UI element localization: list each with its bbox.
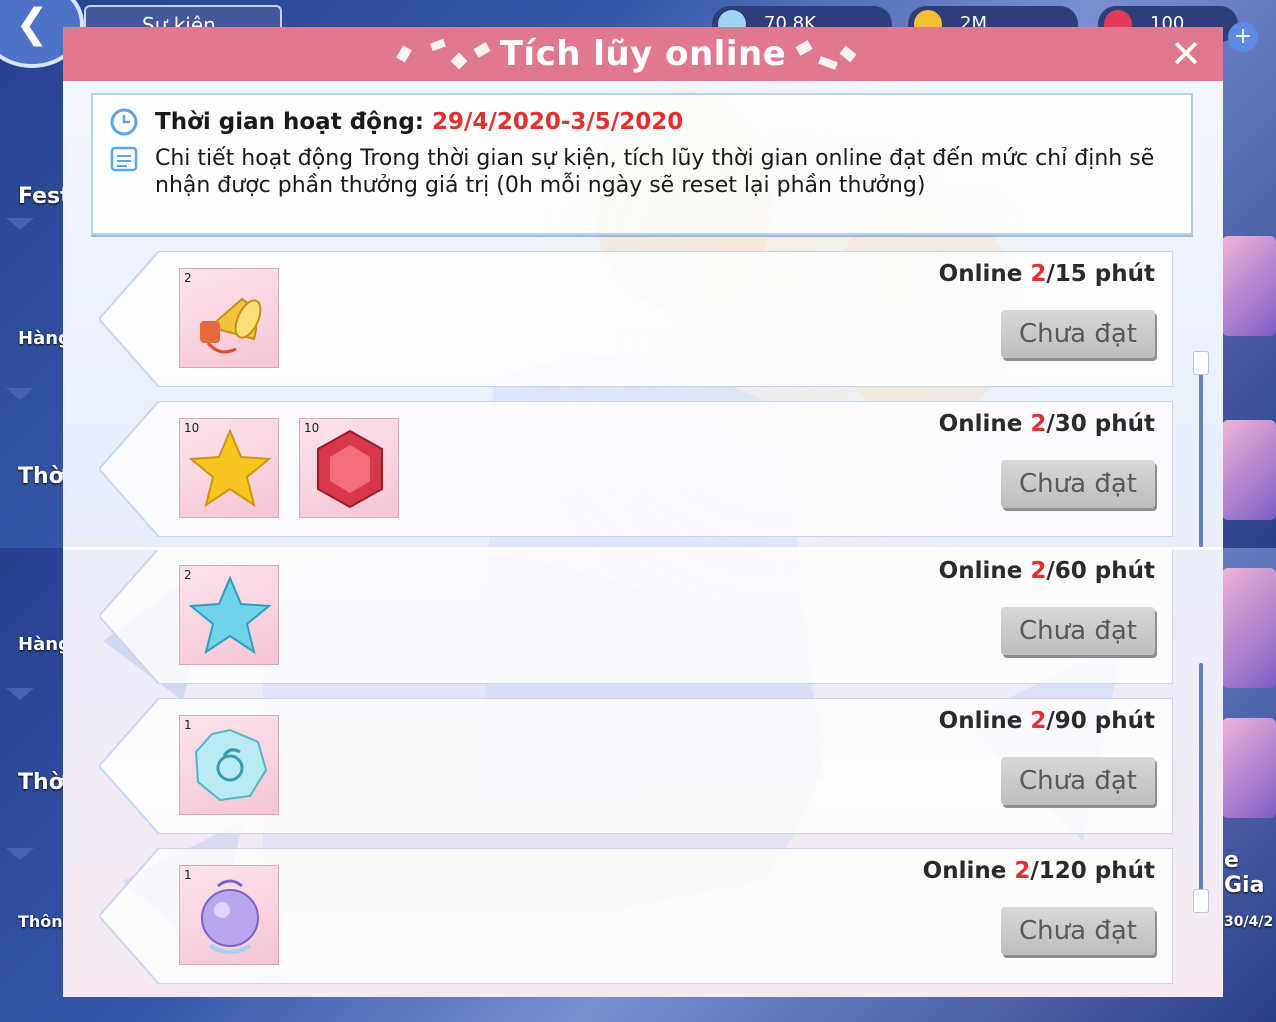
crystal-badge-icon: [194, 728, 268, 802]
dialog-title: Tích lũy online: [499, 34, 787, 74]
online-progress: Online 2/90 phút: [938, 708, 1155, 734]
dialog-header: Tích lũy online ✕: [63, 27, 1223, 81]
claim-button[interactable]: Chưa đạt: [1001, 757, 1155, 805]
reward-item[interactable]: 2: [179, 268, 279, 368]
event-card-title: e Gia: [1224, 848, 1265, 898]
scrollbar-track[interactable]: [1199, 361, 1203, 547]
claim-button[interactable]: Chưa đạt: [1001, 310, 1155, 358]
calendar-icon: [110, 146, 138, 172]
reward-item[interactable]: 2: [179, 565, 279, 665]
chevron-down-icon: [6, 688, 34, 700]
scrollbar-thumb[interactable]: [1193, 889, 1209, 913]
online-progress: Online 2/120 phút: [922, 858, 1155, 884]
event-time: Thời gian hoạt động: 29/4/2020-3/5/2020: [155, 109, 683, 135]
close-icon: ✕: [1170, 32, 1202, 76]
reward-item[interactable]: 1: [179, 865, 279, 965]
chevron-down-icon: [6, 388, 34, 400]
screenshot-seam: [63, 547, 1223, 550]
event-time-label: Thời gian hoạt động:: [155, 109, 433, 135]
event-card[interactable]: [1222, 568, 1276, 688]
close-button[interactable]: ✕: [1167, 35, 1205, 73]
online-accumulation-dialog: Tích lũy online ✕ Thời gian hoạt động: 2…: [63, 27, 1223, 997]
online-progress: Online 2/15 phút: [938, 261, 1155, 287]
event-card[interactable]: [1222, 718, 1276, 818]
reward-row: 2 Online 2/60 phút Chưa đạt: [99, 548, 1173, 684]
item-quantity: 1: [184, 718, 192, 732]
scrollbar-track[interactable]: [1199, 663, 1203, 907]
event-card[interactable]: [1222, 420, 1276, 520]
reward-item[interactable]: 10: [299, 418, 399, 518]
reward-row: 1 Online 2/90 phút Chưa đạt: [99, 698, 1173, 834]
scrollbar-thumb[interactable]: [1193, 351, 1209, 375]
event-detail: Chi tiết hoạt động Trong thời gian sự ki…: [155, 146, 1155, 198]
online-progress: Online 2/30 phút: [938, 411, 1155, 437]
reward-row: 1 Online 2/120 phút Chưa đạt: [99, 848, 1173, 984]
online-progress: Online 2/60 phút: [938, 558, 1155, 584]
claim-button[interactable]: Chưa đạt: [1001, 460, 1155, 508]
event-card-date: 30/4/2: [1224, 914, 1274, 930]
add-heart-button[interactable]: +: [1228, 22, 1258, 52]
reward-item[interactable]: 10: [179, 418, 279, 518]
event-time-value: 29/4/2020-3/5/2020: [432, 109, 684, 135]
event-info-box: Thời gian hoạt động: 29/4/2020-3/5/2020 …: [91, 93, 1193, 235]
reward-row: 10 10 Online 2/30 phút Chưa đạt: [99, 401, 1173, 537]
item-quantity: 2: [184, 271, 192, 285]
item-quantity: 10: [304, 421, 320, 435]
reward-row: 2 Online 2/15 phút Chưa đạt: [99, 251, 1173, 387]
clock-icon: [110, 108, 138, 136]
reward-item[interactable]: 1: [179, 715, 279, 815]
chevron-down-icon: [6, 848, 34, 860]
item-quantity: 1: [184, 868, 192, 882]
chevron-down-icon: [6, 218, 34, 230]
claim-button[interactable]: Chưa đạt: [1001, 907, 1155, 955]
crystal-ball-icon: [201, 879, 259, 954]
blue-star-icon: [188, 575, 272, 655]
item-quantity: 10: [184, 421, 200, 435]
horn-icon: [200, 297, 262, 354]
claim-button[interactable]: Chưa đạt: [1001, 607, 1155, 655]
item-quantity: 2: [184, 568, 192, 582]
event-card[interactable]: [1222, 236, 1276, 336]
